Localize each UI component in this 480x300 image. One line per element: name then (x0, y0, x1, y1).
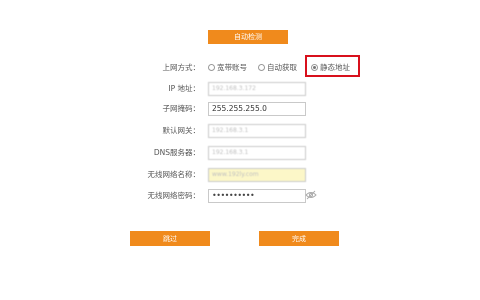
gateway-label: 默认网关： (162, 126, 201, 135)
ssid-label: 无线网络名称： (147, 170, 201, 179)
radio-broadband-label: 宽带账号 (217, 63, 247, 72)
wifi-password-label: 无线网络密码： (147, 191, 201, 200)
wifi-password-input[interactable]: •••••••••• (208, 189, 306, 203)
auto-detect-button[interactable]: 自动检测 (208, 30, 288, 44)
eye-slash-icon[interactable] (305, 190, 317, 200)
radio-auto-obtain[interactable]: 自动获取 (258, 62, 297, 74)
done-button[interactable]: 完成 (259, 231, 339, 246)
ip-input[interactable]: 192.168.3.172 (208, 82, 306, 96)
skip-button[interactable]: 跳过 (130, 231, 210, 246)
subnet-label: 子网掩码： (162, 104, 201, 113)
ip-label: IP 地址： (168, 84, 200, 93)
static-address-highlight (305, 55, 360, 77)
dns-label: DNS服务器： (153, 148, 200, 157)
radio-broadband[interactable]: 宽带账号 (208, 62, 247, 74)
ssid-input[interactable]: www.192ly.com (208, 168, 306, 182)
internet-mode-label: 上网方式： (162, 63, 201, 72)
gateway-input[interactable]: 192.168.3.1 (208, 124, 306, 138)
radio-dot-icon (258, 63, 265, 71)
dns-input[interactable]: 192.168.3.1 (208, 146, 306, 160)
subnet-input[interactable]: 255.255.255.0 (208, 102, 306, 116)
radio-dot-icon (208, 63, 215, 71)
radio-auto-obtain-label: 自动获取 (267, 63, 297, 72)
